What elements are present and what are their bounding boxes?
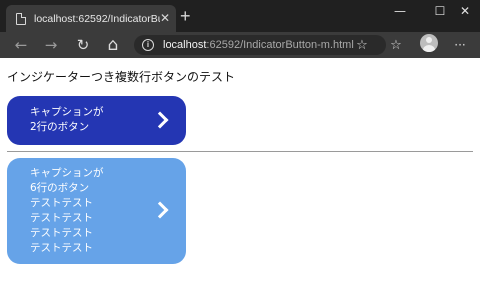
address-bar[interactable]: i localhost:62592/IndicatorButton-m.html (134, 35, 386, 55)
url-host: localhost (163, 39, 207, 51)
new-tab-button[interactable]: + (180, 7, 191, 25)
url-text[interactable]: localhost:62592/IndicatorButton-m.html (163, 39, 354, 51)
favorites-icon[interactable]: ☆ (388, 35, 404, 55)
profile-avatar-icon[interactable] (420, 34, 438, 52)
tab-title: localhost:62592/IndicatorButton (34, 12, 160, 25)
title-bar: localhost:62592/IndicatorButton ✕ + — ☐ … (0, 0, 480, 32)
button-caption: キャプションが 2行のボタン (30, 106, 104, 133)
browser-toolbar: ← → ↻ ⌂ i localhost:62592/IndicatorButto… (0, 32, 480, 58)
back-icon[interactable]: ← (12, 35, 30, 55)
close-window-button[interactable]: ✕ (450, 0, 480, 22)
tab-close-icon[interactable]: ✕ (160, 11, 170, 25)
chevron-right-icon (151, 111, 169, 129)
indicator-button-6-lines[interactable]: キャプションが 6行のボタン テストテスト テストテスト テストテスト テストテ… (7, 158, 186, 264)
divider (7, 151, 473, 152)
chevron-right-icon (151, 201, 169, 219)
home-icon[interactable]: ⌂ (104, 35, 122, 55)
site-info-icon[interactable]: i (142, 39, 154, 51)
page-content: インジケーターつき複数行ボタンのテスト キャプションが 2行のボタン キャプショ… (0, 58, 480, 289)
refresh-icon[interactable]: ↻ (74, 35, 92, 55)
indicator-button-2-lines[interactable]: キャプションが 2行のボタン (7, 96, 186, 145)
url-path: :62592/IndicatorButton-m.html (206, 39, 354, 51)
button-caption: キャプションが 6行のボタン テストテスト テストテスト テストテスト テストテ… (30, 167, 104, 254)
forward-icon[interactable]: → (42, 35, 60, 55)
minimize-button[interactable]: — (380, 0, 420, 22)
more-menu-icon[interactable]: ··· (452, 35, 468, 55)
page-heading: インジケーターつき複数行ボタンのテスト (7, 70, 236, 84)
add-favorite-icon[interactable]: ☆ (354, 35, 370, 55)
page-icon (16, 12, 26, 25)
browser-tab[interactable]: localhost:62592/IndicatorButton ✕ (6, 5, 176, 32)
